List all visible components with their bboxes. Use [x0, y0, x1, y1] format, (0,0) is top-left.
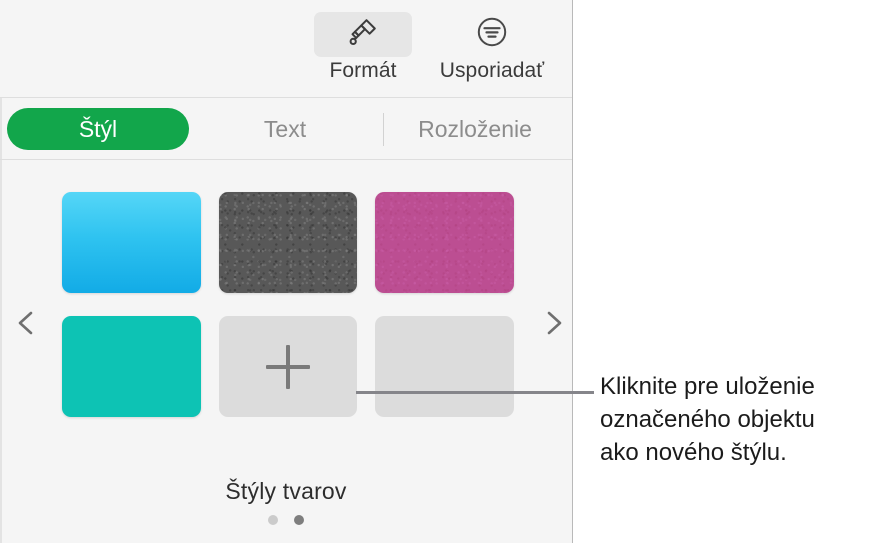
- tab-divider: [383, 113, 384, 146]
- shape-styles-grid: [62, 192, 515, 440]
- style-swatch-magenta[interactable]: [375, 192, 515, 293]
- callout-line-3: ako nového štýlu.: [600, 439, 787, 466]
- format-icon-background: [314, 12, 412, 57]
- paintbrush-icon: [346, 15, 380, 54]
- shape-styles-row: [62, 192, 515, 293]
- shape-styles-row: [62, 316, 515, 417]
- style-swatch-teal[interactable]: [62, 316, 201, 417]
- callout-leader-line: [356, 391, 594, 394]
- pagination-dots: [0, 515, 572, 525]
- arrange-align-icon: [475, 15, 509, 54]
- pagination-dot-2[interactable]: [294, 515, 304, 525]
- texture-overlay: [218, 192, 358, 293]
- toolbar-item-format[interactable]: Formát: [298, 12, 428, 83]
- shape-styles-label: Štýly tvarov: [225, 478, 347, 504]
- tab-text[interactable]: Text: [205, 108, 365, 150]
- texture-overlay: [375, 192, 515, 293]
- add-style-button[interactable]: [218, 316, 358, 417]
- format-inspector-panel: Formát Usporiadať Štýl Text Rozloženie Š…: [0, 0, 573, 543]
- style-swatch-dark-gray-texture[interactable]: [218, 192, 358, 293]
- inspector-toolbar: Formát Usporiadať: [0, 0, 572, 98]
- callout-line-2: označeného objektu: [600, 406, 815, 433]
- arrange-icon-background: [443, 12, 541, 57]
- callout-text: Kliknite pre uloženie označeného objektu…: [600, 370, 880, 469]
- screenshot-root: Formát Usporiadať Štýl Text Rozloženie Š…: [0, 0, 883, 543]
- tab-style[interactable]: Štýl: [7, 108, 189, 150]
- empty-style-slot[interactable]: [375, 316, 515, 417]
- inspector-tabbar: Štýl Text Rozloženie: [0, 99, 572, 160]
- toolbar-item-arrange[interactable]: Usporiadať: [427, 12, 557, 83]
- callout-line-1: Kliknite pre uloženie: [600, 373, 815, 400]
- pagination-dot-1[interactable]: [268, 515, 278, 525]
- chevron-right-icon[interactable]: [538, 308, 568, 338]
- toolbar-item-format-label: Formát: [329, 59, 397, 82]
- style-swatch-blue-gradient[interactable]: [62, 192, 201, 293]
- toolbar-item-arrange-label: Usporiadať: [439, 59, 545, 82]
- chevron-left-icon[interactable]: [12, 308, 42, 338]
- plus-icon: [266, 345, 310, 389]
- styles-footer: Štýly tvarov: [0, 478, 572, 525]
- tab-layout[interactable]: Rozloženie: [385, 108, 565, 150]
